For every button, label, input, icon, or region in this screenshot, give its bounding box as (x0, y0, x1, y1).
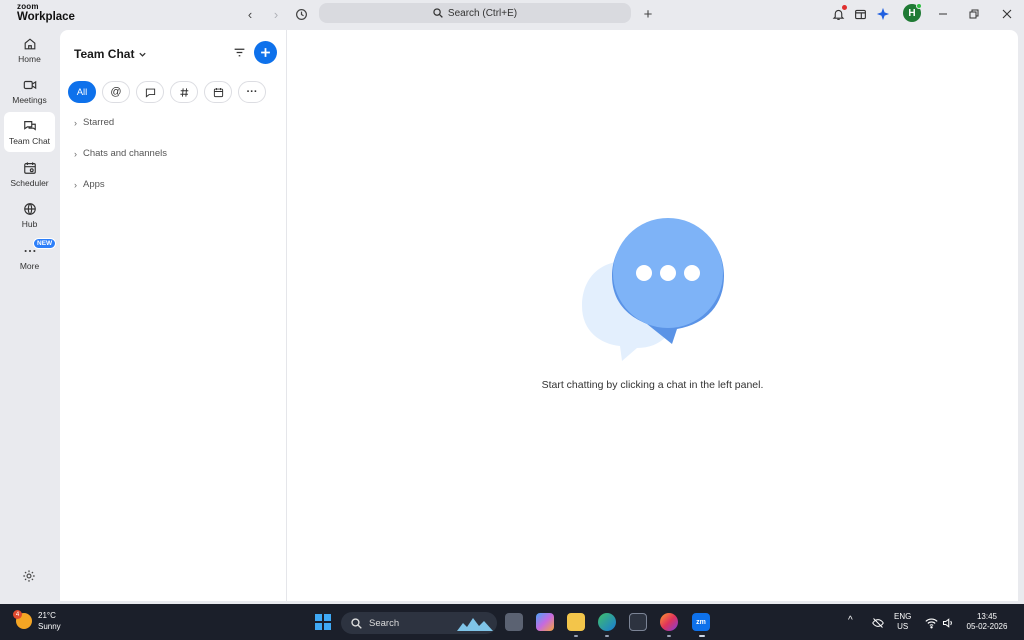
active-indicator (699, 635, 705, 637)
home-icon (24, 37, 35, 49)
weather-temp: 21°C (38, 611, 56, 620)
chevron-right-icon: › (74, 179, 77, 190)
section-label: Apps (83, 179, 105, 190)
panel-title[interactable]: Team Chat (74, 47, 147, 61)
taskbar-search-label: Search (369, 617, 400, 629)
presence-dot (916, 3, 922, 9)
mention-icon: @ (110, 86, 122, 98)
chevron-down-icon (139, 52, 147, 57)
section-label: Chats and channels (83, 148, 167, 159)
wifi-icon[interactable] (925, 616, 938, 634)
file-explorer-icon[interactable] (567, 613, 585, 631)
search-icon (351, 617, 362, 629)
chat-content-panel: Start chatting by clicking a chat in the… (287, 30, 1018, 601)
video-icon (23, 80, 36, 89)
microsoft-store-icon[interactable] (629, 613, 647, 631)
plus-icon (261, 48, 270, 57)
close-icon[interactable] (998, 5, 1016, 23)
weather-badge: 4 (13, 610, 22, 619)
rail-item-scheduler[interactable]: Scheduler (4, 154, 55, 194)
navigation-rail: Home Meetings Team Chat Scheduler Hub Mo… (0, 28, 60, 602)
rail-item-label: Home (18, 53, 41, 64)
settings-gear-icon[interactable] (22, 569, 38, 585)
chevron-right-icon: › (74, 117, 77, 128)
search-highlight-image-icon (457, 618, 493, 631)
language-indicator[interactable]: ENG US (894, 612, 911, 632)
hidden-eye-icon[interactable] (872, 616, 884, 634)
clock[interactable]: 13:45 05-02-2026 (963, 612, 1011, 632)
globe-icon (23, 202, 36, 215)
back-arrow-icon[interactable]: ‹ (241, 5, 259, 23)
copilot-icon[interactable] (536, 613, 554, 631)
ai-companion-sparkle-icon[interactable] (874, 5, 892, 23)
forward-arrow-icon[interactable]: › (267, 5, 285, 23)
minimize-icon[interactable] (934, 5, 952, 23)
rail-item-label: Scheduler (10, 177, 49, 188)
app-logo: zoom Workplace (17, 3, 75, 24)
firefox-icon[interactable] (660, 613, 678, 631)
chat-icon (23, 120, 36, 131)
empty-chat-illustration (582, 218, 724, 361)
section-apps[interactable]: › Apps (74, 179, 105, 190)
rail-item-home[interactable]: Home (4, 30, 55, 70)
rail-item-hub[interactable]: Hub (4, 195, 55, 235)
clock-date: 05-02-2026 (966, 622, 1008, 631)
new-chat-button[interactable] (254, 41, 277, 64)
hashtag-icon (179, 87, 188, 97)
search-icon (433, 8, 443, 18)
message-icon (145, 88, 155, 98)
task-view-icon[interactable] (505, 613, 523, 631)
rail-item-label: Team Chat (8, 135, 51, 146)
volume-icon[interactable] (942, 616, 954, 634)
windows-start-icon[interactable] (315, 614, 331, 630)
brand-workplace: Workplace (17, 11, 75, 23)
section-starred[interactable]: › Starred (74, 117, 114, 128)
panel-title-text: Team Chat (74, 47, 135, 61)
rail-item-label: More (19, 260, 40, 271)
more-icon: ··· (246, 86, 258, 98)
filter-chip-messages[interactable] (136, 81, 164, 103)
new-badge: NEW (33, 238, 57, 249)
rail-item-team-chat[interactable]: Team Chat (4, 112, 55, 152)
windows-taskbar: 4 21°C Sunny Search zm ^ ENG US 13:45 05… (0, 604, 1024, 640)
filter-chip-channels[interactable] (170, 81, 198, 103)
new-tab-plus-icon[interactable]: + (639, 5, 657, 23)
running-indicator (605, 635, 609, 637)
filter-chip-calendar[interactable] (204, 81, 232, 103)
edge-browser-icon[interactable] (598, 613, 616, 631)
search-bar[interactable]: Search (Ctrl+E) (319, 3, 631, 23)
empty-state-message: Start chatting by clicking a chat in the… (541, 379, 764, 391)
zoom-app-icon[interactable]: zm (692, 613, 710, 631)
language-region: US (897, 622, 909, 631)
calendar-icon (213, 87, 223, 97)
sun-icon: 4 (13, 610, 32, 629)
taskbar-search[interactable]: Search (341, 612, 497, 634)
history-icon[interactable] (292, 5, 310, 23)
tray-chevron-up-icon[interactable]: ^ (848, 616, 853, 626)
rail-item-label: Hub (21, 218, 38, 229)
section-label: Starred (83, 117, 115, 128)
notification-dot (842, 5, 847, 10)
filter-chip-mentions[interactable]: @ (102, 81, 130, 103)
weather-desc: Sunny (38, 622, 61, 631)
filter-chip-all[interactable]: All (68, 81, 96, 103)
title-bar: zoom Workplace ‹ › Search (Ctrl+E) + H (0, 0, 1024, 28)
rail-item-label: Meetings (12, 94, 47, 105)
calendar-icon (23, 161, 36, 174)
weather-widget[interactable]: 4 21°C Sunny (13, 610, 61, 632)
chevron-right-icon: › (74, 148, 77, 159)
whiteboard-icon[interactable] (851, 5, 869, 23)
search-bar-label: Search (Ctrl+E) (447, 7, 518, 19)
section-chats-and-channels[interactable]: › Chats and channels (74, 148, 167, 159)
running-indicator (574, 635, 578, 637)
chat-list-panel: Team Chat All @ ··· › Starred › Chats an… (60, 30, 287, 601)
clock-time: 13:45 (976, 612, 998, 621)
rail-item-meetings[interactable]: Meetings (4, 71, 55, 111)
running-indicator (667, 635, 671, 637)
language-code: ENG (894, 612, 912, 621)
filter-icon[interactable] (233, 46, 247, 60)
brand-zoom: zoom (17, 2, 39, 11)
filter-chip-more[interactable]: ··· (238, 81, 266, 103)
restore-icon[interactable] (965, 5, 983, 23)
